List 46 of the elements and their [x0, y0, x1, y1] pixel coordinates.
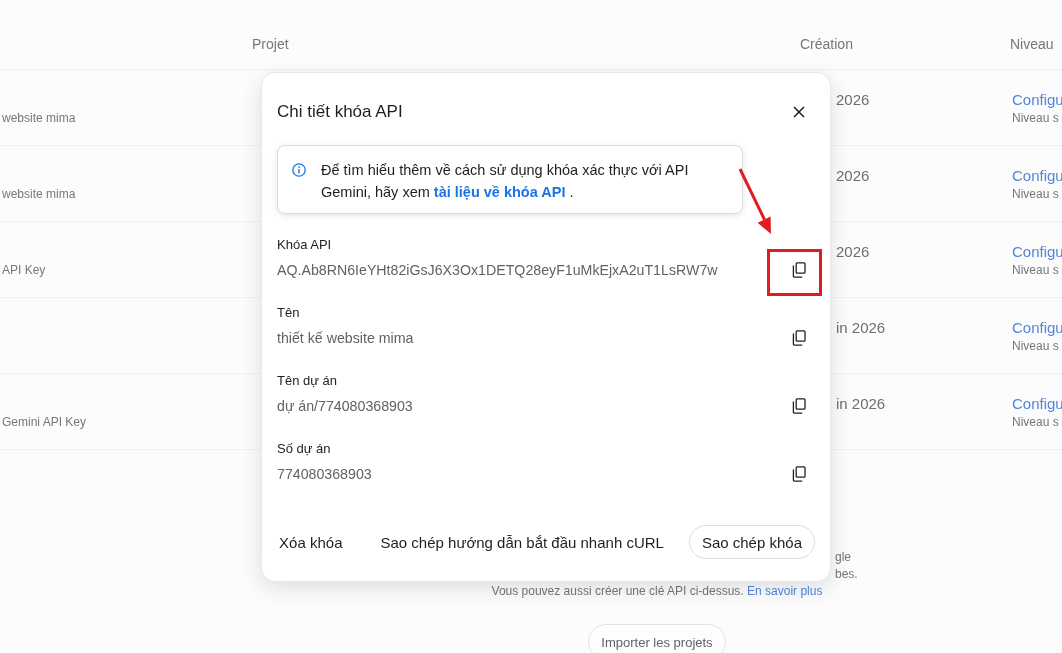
tier-label: Niveau s [1012, 111, 1059, 125]
configure-link[interactable]: Configu [1012, 168, 1062, 184]
field-label: Tên dự án [277, 373, 338, 389]
tier-label: Niveau s [1012, 339, 1059, 353]
key-subtitle: Gemini API Key [2, 415, 87, 429]
creation-date: 2026 [836, 244, 870, 260]
tier-label: Niveau s [1012, 263, 1059, 277]
configure-link[interactable]: Configu [1012, 396, 1062, 412]
tier-label: Niveau s [1012, 415, 1059, 429]
field-value: thiết kế website mima [277, 329, 414, 348]
tier-label: Niveau s [1012, 187, 1059, 201]
field-label: Số dự án [277, 441, 331, 457]
column-header: Création [800, 36, 853, 52]
key-subtitle: website mima [2, 187, 76, 201]
configure-link[interactable]: Configu [1012, 320, 1062, 336]
key-subtitle: website mima [2, 111, 76, 125]
learn-more-link[interactable]: En savoir plus [747, 584, 823, 598]
creation-date: in 2026 [836, 320, 886, 336]
note-text: bes. [835, 566, 858, 583]
field-value: dự án/774080368903 [277, 397, 413, 416]
copy-icon [791, 262, 807, 278]
key-subtitle: API Key [2, 263, 46, 277]
column-header: Projet [252, 36, 289, 52]
creation-date: in 2026 [836, 396, 886, 412]
close-icon [793, 106, 805, 118]
field-label: Khóa API [277, 237, 332, 253]
docs-link[interactable]: tài liệu về khóa API [433, 184, 566, 200]
note-text: Vous pouvez aussi créer une clé API ci-dessus. En savoir plus [491, 583, 823, 600]
field-value: 774080368903 [277, 465, 372, 484]
copy-icon [791, 398, 807, 414]
configure-link[interactable]: Configu [1012, 244, 1062, 260]
configure-link[interactable]: Configu [1012, 92, 1062, 108]
copy-key-button[interactable]: Sao chép khóa [688, 525, 815, 559]
note-text: gle [835, 549, 852, 566]
info-icon [292, 163, 306, 177]
creation-date: 2026 [836, 92, 870, 108]
copy-icon [791, 330, 807, 346]
field-label: Tên [277, 305, 300, 321]
info-text: Để tìm hiểu thêm về cách sử dụng khóa xác thực với API Gemini, hãy xem tài liệu về khóa API . [321, 161, 690, 202]
copy-icon [791, 466, 807, 482]
field-value: AQ.Ab8RN6IeYHt82iGsJ6X3Ox1DETQ28eyF1uMkEjxA2uT1LsRW7w [277, 261, 718, 280]
column-header: Niveau [1010, 36, 1054, 52]
import-projects-button[interactable]: Importer les projets [588, 624, 726, 653]
creation-date: 2026 [836, 168, 870, 184]
dialog-title: Chi tiết khóa API [277, 102, 403, 122]
annotation-arrow [738, 167, 774, 235]
